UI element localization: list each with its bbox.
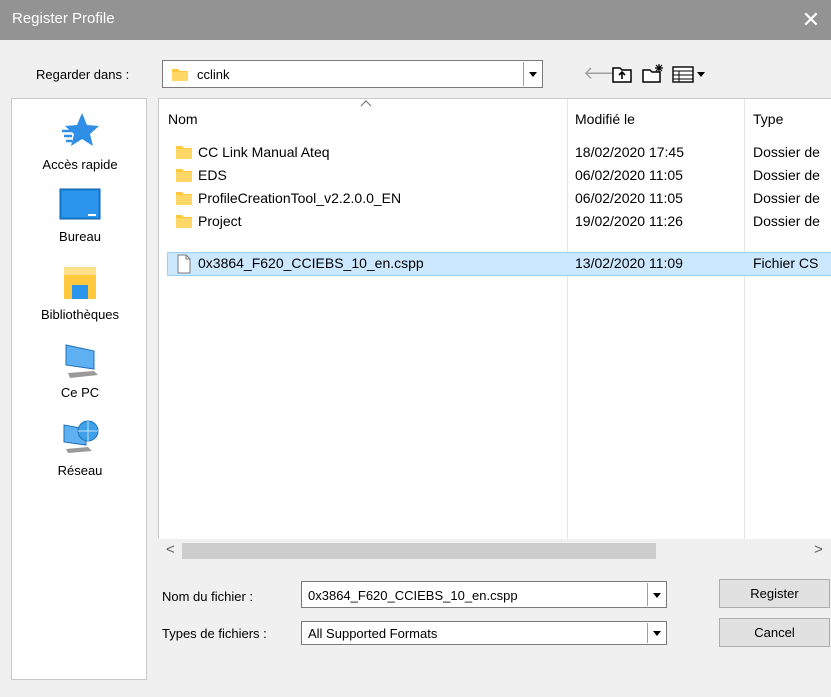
chevron-down-icon[interactable]: [647, 583, 665, 606]
folder-icon: [172, 69, 188, 81]
column-name-label: Nom: [168, 111, 198, 127]
chevron-down-icon[interactable]: [647, 623, 665, 643]
scroll-thumb[interactable]: [182, 543, 656, 559]
close-icon[interactable]: ✕: [791, 0, 831, 40]
file-row[interactable]: Project 19/02/2020 11:26 Dossier de: [159, 210, 831, 232]
file-name: ProfileCreationTool_v2.2.0.0_EN: [198, 190, 402, 206]
file-date: 06/02/2020 11:05: [575, 190, 683, 206]
file-name: Project: [198, 213, 242, 229]
file-date: 18/02/2020 17:45: [575, 144, 684, 160]
look-in-value: cclink: [197, 67, 230, 82]
file-row-selected[interactable]: 0x3864_F620_CCIEBS_10_en.cspp 13/02/2020…: [159, 252, 831, 276]
filetype-label: Types de fichiers :: [162, 626, 267, 641]
filetype-dropdown[interactable]: All Supported Formats: [301, 621, 667, 645]
scroll-right-icon[interactable]: >: [814, 541, 823, 558]
sort-ascending-icon: [360, 100, 372, 107]
cancel-button[interactable]: Cancel: [719, 618, 830, 647]
folder-icon: [176, 192, 192, 205]
filename-label: Nom du fichier :: [162, 589, 254, 604]
look-in-label: Regarder dans :: [36, 67, 130, 82]
place-this-pc[interactable]: Ce PC: [12, 341, 148, 400]
place-label: Ce PC: [60, 385, 100, 400]
folder-icon: [176, 169, 192, 182]
file-type: Dossier de: [753, 144, 820, 160]
file-row[interactable]: CC Link Manual Ateq 18/02/2020 17:45 Dos…: [159, 141, 831, 163]
window-title: Register Profile: [12, 10, 115, 27]
network-icon: [63, 420, 99, 453]
file-list[interactable]: Nom Modifié le Type CC Link Manual Ateq …: [158, 98, 831, 563]
column-type-label: Type: [753, 111, 784, 127]
filename-input[interactable]: 0x3864_F620_CCIEBS_10_en.cspp: [301, 581, 667, 608]
place-network[interactable]: Réseau: [12, 417, 148, 478]
place-quick-access[interactable]: Accès rapide: [12, 107, 148, 172]
filename-value: 0x3864_F620_CCIEBS_10_en.cspp: [308, 588, 518, 603]
register-button[interactable]: Register: [719, 579, 830, 608]
file-name: CC Link Manual Ateq: [198, 144, 330, 160]
title-bar: Register Profile ✕: [0, 0, 831, 40]
place-label: Bibliothèques: [40, 307, 120, 322]
folder-icon: [176, 146, 192, 159]
star-icon: [62, 113, 99, 146]
chevron-down-icon[interactable]: [523, 62, 541, 86]
scroll-left-icon[interactable]: <: [166, 541, 175, 558]
desktop-icon: [59, 188, 101, 220]
file-name: 0x3864_F620_CCIEBS_10_en.cspp: [198, 255, 424, 271]
place-desktop[interactable]: Bureau: [12, 187, 148, 244]
file-type: Dossier de: [753, 213, 820, 229]
place-label: Bureau: [59, 229, 101, 244]
view-menu-icon[interactable]: [670, 62, 710, 86]
file-type: Dossier de: [753, 190, 820, 206]
libraries-icon: [64, 267, 96, 299]
place-libraries[interactable]: Bibliothèques: [12, 263, 148, 322]
new-folder-icon[interactable]: [640, 62, 666, 86]
column-header-modified[interactable]: Modifié le: [568, 99, 744, 137]
filetype-value: All Supported Formats: [308, 626, 438, 641]
file-name: EDS: [198, 167, 227, 183]
column-header-name[interactable]: Nom: [159, 99, 567, 137]
file-type: Fichier CS: [753, 255, 819, 271]
places-sidebar: Accès rapide Bureau Bibliothèques Ce PC: [11, 98, 147, 680]
place-label: Réseau: [57, 463, 103, 478]
file-date: 19/02/2020 11:26: [575, 213, 683, 229]
place-label: Accès rapide: [42, 157, 118, 172]
computer-icon: [65, 344, 98, 378]
file-type: Dossier de: [753, 167, 820, 183]
file-date: 13/02/2020 11:09: [575, 255, 683, 271]
horizontal-scrollbar[interactable]: < >: [158, 539, 831, 563]
folder-icon: [176, 215, 192, 228]
file-icon: [177, 254, 191, 274]
file-row[interactable]: EDS 06/02/2020 11:05 Dossier de: [159, 164, 831, 186]
column-modified-label: Modifié le: [575, 111, 635, 127]
column-header-type[interactable]: Type: [745, 99, 831, 137]
look-in-dropdown[interactable]: cclink: [162, 60, 543, 88]
file-date: 06/02/2020 11:05: [575, 167, 683, 183]
file-row[interactable]: ProfileCreationTool_v2.2.0.0_EN 06/02/20…: [159, 187, 831, 209]
up-folder-icon[interactable]: [610, 62, 634, 86]
